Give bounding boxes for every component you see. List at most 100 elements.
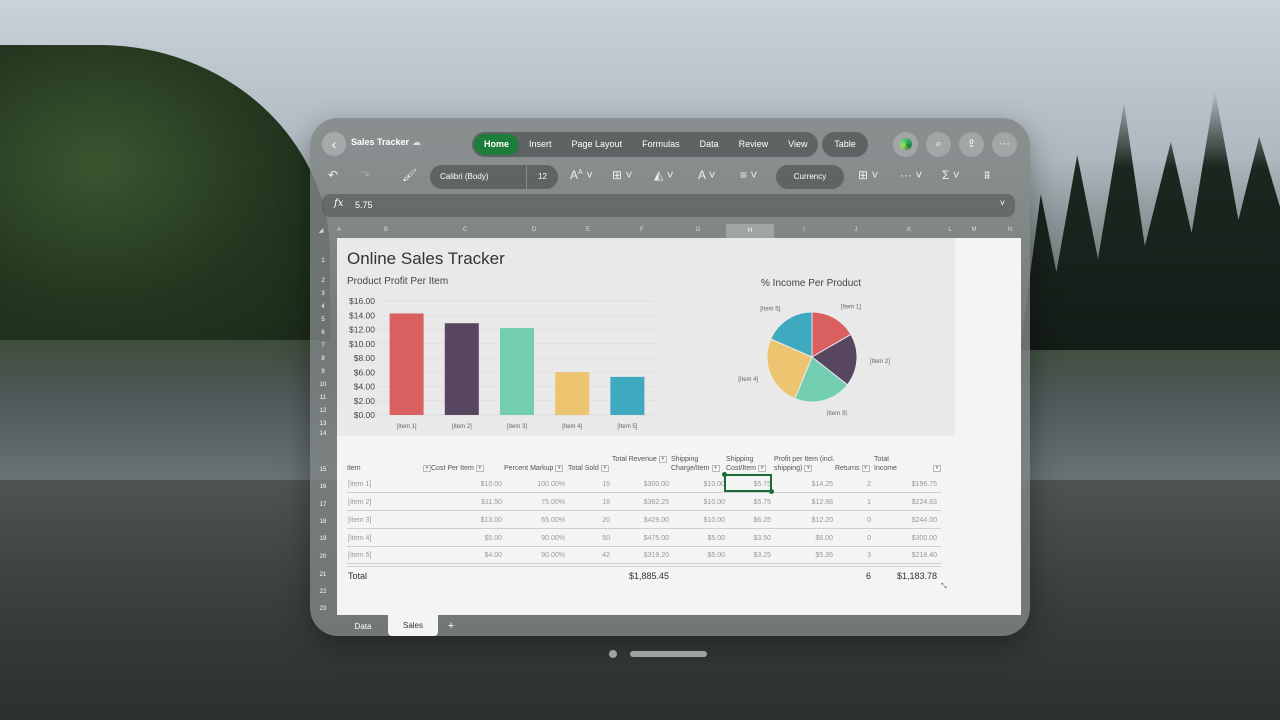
row-header[interactable]: 9 (310, 369, 336, 375)
column-header[interactable]: N (1000, 227, 1020, 233)
row-header[interactable]: 1 (310, 258, 336, 264)
row-header[interactable]: 4 (310, 304, 336, 310)
search-button[interactable]: ⌕ (926, 132, 951, 157)
row-header[interactable]: 17 (310, 502, 336, 508)
cell-item[interactable]: [Item 3] (348, 517, 371, 524)
chevron-down-icon[interactable]: ▾ (757, 464, 766, 472)
tab-view[interactable]: View (778, 134, 817, 155)
cell-item[interactable]: [Item 2] (348, 499, 371, 506)
cell-income[interactable]: $244.00 (882, 517, 937, 524)
bar[interactable] (555, 372, 590, 415)
cell-ship-cost[interactable]: $5.75 (727, 499, 771, 506)
tab-table[interactable]: Table (822, 132, 868, 157)
sheet-tab-sales[interactable]: Sales (388, 615, 438, 636)
cell-profit[interactable]: $12.88 (777, 499, 833, 506)
row-header[interactable]: 13 (310, 421, 336, 427)
cell-income[interactable]: $196.75 (882, 481, 937, 488)
column-header[interactable]: K (878, 227, 940, 233)
resize-handle-icon[interactable]: ⤡ (941, 583, 947, 591)
chevron-down-icon[interactable]: ˅ (1000, 198, 1005, 208)
column-header[interactable]: I (774, 227, 834, 233)
cell-cost[interactable]: $13.00 (447, 517, 502, 524)
cell-ship-charge[interactable]: $10.00 (677, 517, 725, 524)
row-header[interactable]: 3 (310, 291, 336, 297)
filter-dropdown[interactable]: ▾ (931, 464, 941, 473)
cell-ship-cost[interactable]: $3.50 (727, 535, 771, 542)
sheet-tab-data[interactable]: Data (346, 619, 380, 634)
cell-ship-charge[interactable]: $5.00 (677, 535, 725, 542)
align-icon[interactable]: ≡ ˅ (740, 168, 757, 182)
cell-returns[interactable]: 2 (847, 481, 871, 488)
cell-markup[interactable]: 90.00% (507, 552, 565, 559)
chevron-down-icon[interactable]: ▾ (423, 464, 431, 472)
format-painter-icon[interactable]: 🖌 (402, 168, 417, 182)
cell-sold[interactable]: 20 (577, 517, 610, 524)
document-title[interactable]: Sales Tracker (351, 137, 409, 147)
tab-data[interactable]: Data (690, 134, 729, 155)
table-format-icon[interactable]: ⊞ ˅ (858, 168, 878, 182)
column-header-selected[interactable]: H (726, 224, 774, 238)
tab-page-layout[interactable]: Page Layout (562, 134, 633, 155)
font-size[interactable]: 12 (526, 165, 558, 189)
cell-revenue[interactable]: $319.20 (617, 552, 669, 559)
cell-revenue[interactable]: $475.00 (617, 535, 669, 542)
redo-icon[interactable]: ↷ (360, 168, 370, 182)
row-header[interactable]: 5 (310, 317, 336, 323)
cell-revenue[interactable]: $300.00 (617, 481, 669, 488)
cell-sold[interactable]: 50 (577, 535, 610, 542)
chevron-down-icon[interactable]: ▾ (555, 464, 564, 472)
filter-icon[interactable]: ⩩ (984, 168, 990, 183)
cell-returns[interactable]: 1 (847, 499, 871, 506)
table-row[interactable]: [Item 4] $5.00 90.00% 50 $475.00 $5.00 $… (347, 530, 941, 547)
font-color-icon[interactable]: A ˅ (698, 168, 716, 182)
cell-revenue[interactable]: $362.25 (617, 499, 669, 506)
row-header[interactable]: 18 (310, 519, 336, 525)
column-header[interactable]: A (334, 227, 344, 233)
cell-markup[interactable]: 65.00% (507, 517, 565, 524)
cell-returns[interactable]: 0 (847, 517, 871, 524)
row-header[interactable]: 20 (310, 554, 336, 560)
cell-item[interactable]: [Item 5] (348, 552, 371, 559)
formula-bar[interactable]: fx 5.75 ˅ (322, 194, 1015, 217)
worksheet[interactable]: Online Sales Tracker Product Profit Per … (337, 238, 1021, 615)
total-revenue[interactable]: $1,885.45 (609, 571, 669, 581)
column-header[interactable]: E (564, 227, 612, 233)
chevron-down-icon[interactable]: ▾ (933, 464, 941, 472)
cell-profit[interactable]: $5.35 (777, 552, 833, 559)
cell-profit[interactable]: $14.25 (777, 481, 833, 488)
cell-sold[interactable]: 15 (577, 481, 610, 488)
table-row[interactable]: [Item 3] $13.00 65.00% 20 $429.00 $10.00… (347, 512, 941, 529)
undo-icon[interactable]: ↶ (328, 168, 338, 182)
chevron-down-icon[interactable]: ▾ (600, 464, 609, 472)
add-sheet-button[interactable]: + (444, 619, 458, 634)
column-header[interactable]: M (962, 227, 986, 233)
formula-value[interactable]: 5.75 (355, 200, 373, 210)
filter-dropdown[interactable]: ▾ (421, 464, 431, 473)
font-picker[interactable]: Calibri (Body) 12 (430, 165, 558, 189)
row-header[interactable]: 6 (310, 330, 336, 336)
row-header[interactable]: 23 (310, 606, 336, 612)
row-header[interactable]: 16 (310, 484, 336, 490)
column-header[interactable]: D (504, 227, 564, 233)
cell-cost[interactable]: $10.00 (447, 481, 502, 488)
row-header[interactable]: 8 (310, 356, 336, 362)
pie-chart[interactable]: [Item 1] [Item 2] [Item 3] [Item 4] [Item 5] (732, 296, 892, 416)
chevron-down-icon[interactable]: ▾ (475, 464, 484, 472)
cell-ship-cost[interactable]: $3.25 (727, 552, 771, 559)
cell-ship-charge[interactable]: $5.00 (677, 552, 725, 559)
copilot-button[interactable] (893, 132, 918, 157)
share-button[interactable]: ⇪ (959, 132, 984, 157)
table-row[interactable]: [Item 5] $4.00 90.00% 42 $319.20 $5.00 $… (347, 547, 941, 564)
chevron-down-icon[interactable]: ▾ (861, 464, 870, 472)
row-header[interactable]: 21 (310, 572, 336, 578)
cell-income[interactable]: $300.00 (882, 535, 937, 542)
total-row[interactable]: Total $1,885.45 6 $1,183.78 (347, 566, 941, 584)
cell-sold[interactable]: 42 (577, 552, 610, 559)
cell-revenue[interactable]: $429.00 (617, 517, 669, 524)
cell-ship-cost[interactable]: $6.25 (727, 517, 771, 524)
select-all-corner[interactable]: ◢ (317, 227, 325, 234)
row-header[interactable]: 14 (310, 431, 336, 437)
text-size-icon[interactable]: AA ˅ (570, 168, 593, 182)
cell-markup[interactable]: 100.00% (507, 481, 565, 488)
total-returns[interactable]: 6 (847, 571, 871, 581)
